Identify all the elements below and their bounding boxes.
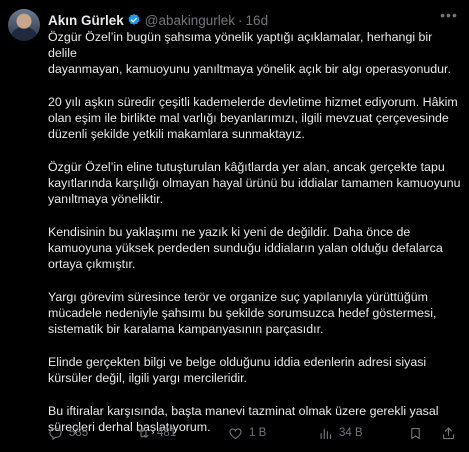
separator-dot: ·	[238, 12, 243, 28]
tweet-paragraph: Yargı görevim süresince terör ve organiz…	[48, 290, 437, 336]
views-count: 34 B	[339, 427, 363, 439]
more-icon[interactable]: •••	[439, 8, 459, 25]
reply-count: 535	[69, 427, 89, 439]
repost-icon	[138, 428, 149, 438]
tweet-paragraph: Elinde gerçekten bilgi ve belge olduğunu…	[48, 355, 427, 385]
tweet-actions: 535 481 1 B 34 B	[48, 424, 462, 442]
share-icon	[442, 426, 455, 439]
tweet-paragraph: Özgür Özel’in bugün şahsıma yönelik yapt…	[48, 30, 451, 76]
author-handle[interactable]: @abakingurlek	[145, 13, 235, 28]
like-icon	[229, 427, 242, 439]
tweet-paragraph: Özgür Özel’in eline tutuşturulan kâğıtla…	[48, 160, 461, 206]
repost-count: 481	[157, 427, 177, 439]
views-button[interactable]: 34 B	[318, 426, 363, 441]
bookmark-button[interactable]	[408, 426, 429, 441]
like-button[interactable]: 1 B	[228, 426, 266, 441]
views-icon	[320, 428, 332, 439]
verified-badge-icon	[128, 13, 140, 25]
avatar[interactable]	[8, 9, 40, 41]
tweet-paragraph: Kendisinin bu yaklaşımı ne yazık ki yeni…	[48, 225, 443, 271]
reply-icon	[49, 427, 62, 440]
share-button[interactable]	[441, 426, 462, 441]
tweet[interactable]: Akın Gürlek @abakingurlek · 16d ••• Özgü…	[0, 0, 469, 451]
bookmark-icon	[411, 427, 420, 439]
like-count: 1 B	[249, 427, 267, 439]
tweet-header: Akın Gürlek @abakingurlek · 16d	[48, 11, 268, 29]
reply-button[interactable]: 535	[48, 426, 88, 441]
author-name[interactable]: Akın Gürlek	[48, 13, 124, 28]
tweet-text: Özgür Özel’in bugün şahsıma yönelik yapt…	[48, 29, 462, 452]
tweet-paragraph: 20 yılı aşkın süredir çeşitli kademelerd…	[48, 95, 458, 141]
tweet-time[interactable]: 16d	[246, 13, 269, 28]
repost-button[interactable]: 481	[136, 426, 176, 441]
